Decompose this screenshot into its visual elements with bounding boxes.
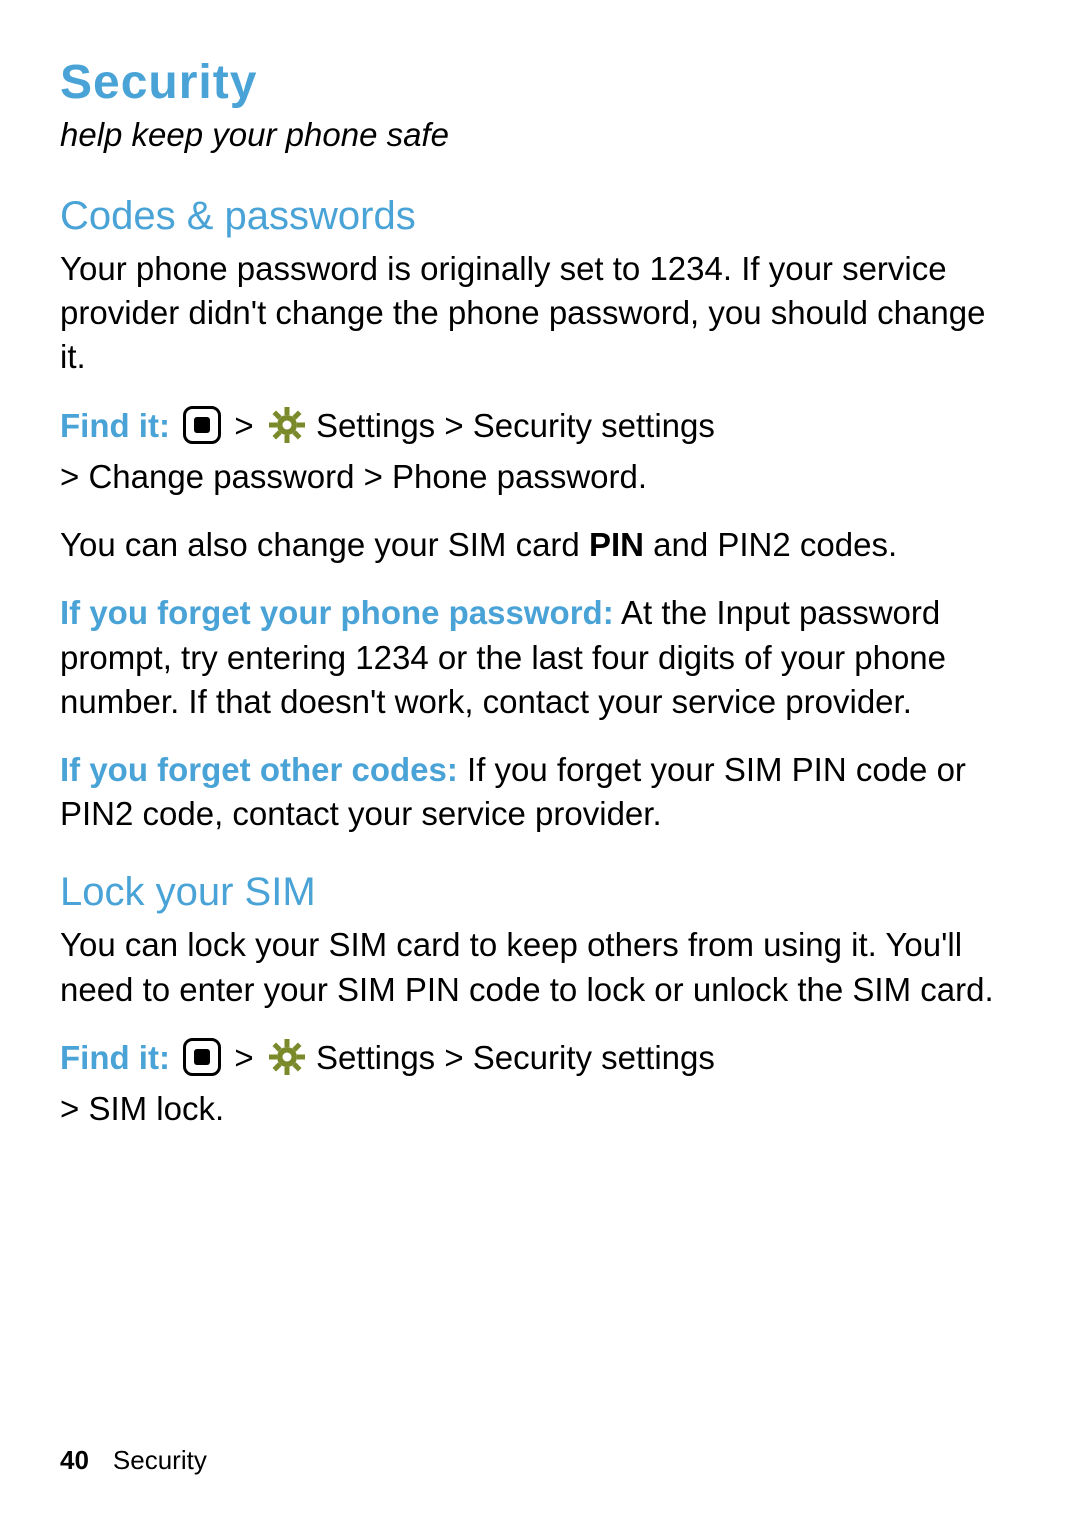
page-number: 40	[60, 1445, 89, 1475]
findit-path-text: > SIM lock.	[60, 1090, 224, 1127]
gear-icon	[269, 407, 305, 454]
forgot-phone-label: If you forget your phone password:	[60, 594, 614, 631]
breadcrumb-sep: >	[234, 1039, 262, 1076]
findit-path-text: Settings > Security settings	[316, 1039, 715, 1076]
section-heading-lock-sim: Lock your SIM	[60, 870, 1020, 915]
page-subtitle: help keep your phone safe	[60, 116, 1020, 154]
findit-sim-lock: Find it: >	[60, 1036, 1020, 1131]
document-page: Security help keep your phone safe Codes…	[0, 0, 1080, 1532]
home-icon	[183, 1038, 221, 1087]
findit-label: Find it:	[60, 407, 170, 444]
page-footer: 40 Security	[60, 1445, 207, 1476]
section-heading-codes: Codes & passwords	[60, 194, 1020, 239]
findit-change-password: Find it: >	[60, 404, 1020, 499]
forgot-other-label: If you forget other codes:	[60, 751, 458, 788]
paragraph-forgot-phone: If you forget your phone password: At th…	[60, 591, 1020, 724]
findit-label: Find it:	[60, 1039, 179, 1076]
paragraph-lock-sim: You can lock your SIM card to keep other…	[60, 923, 1020, 1011]
breadcrumb-sep: >	[234, 407, 262, 444]
paragraph-forgot-other: If you forget other codes: If you forget…	[60, 748, 1020, 836]
pin-bold: PIN	[589, 526, 644, 563]
paragraph-pin-change: You can also change your SIM card PIN an…	[60, 523, 1020, 567]
home-icon	[183, 406, 221, 455]
paragraph-password-intro: Your phone password is originally set to…	[60, 247, 1020, 380]
body-text: and PIN2 codes.	[644, 526, 897, 563]
findit-path-text: > Change password > Phone password.	[60, 458, 647, 495]
findit-path-text: Settings > Security settings	[316, 407, 715, 444]
gear-icon	[269, 1039, 305, 1086]
page-title: Security	[60, 55, 1020, 110]
footer-section-name: Security	[113, 1445, 207, 1475]
body-text: You can also change your SIM card	[60, 526, 589, 563]
